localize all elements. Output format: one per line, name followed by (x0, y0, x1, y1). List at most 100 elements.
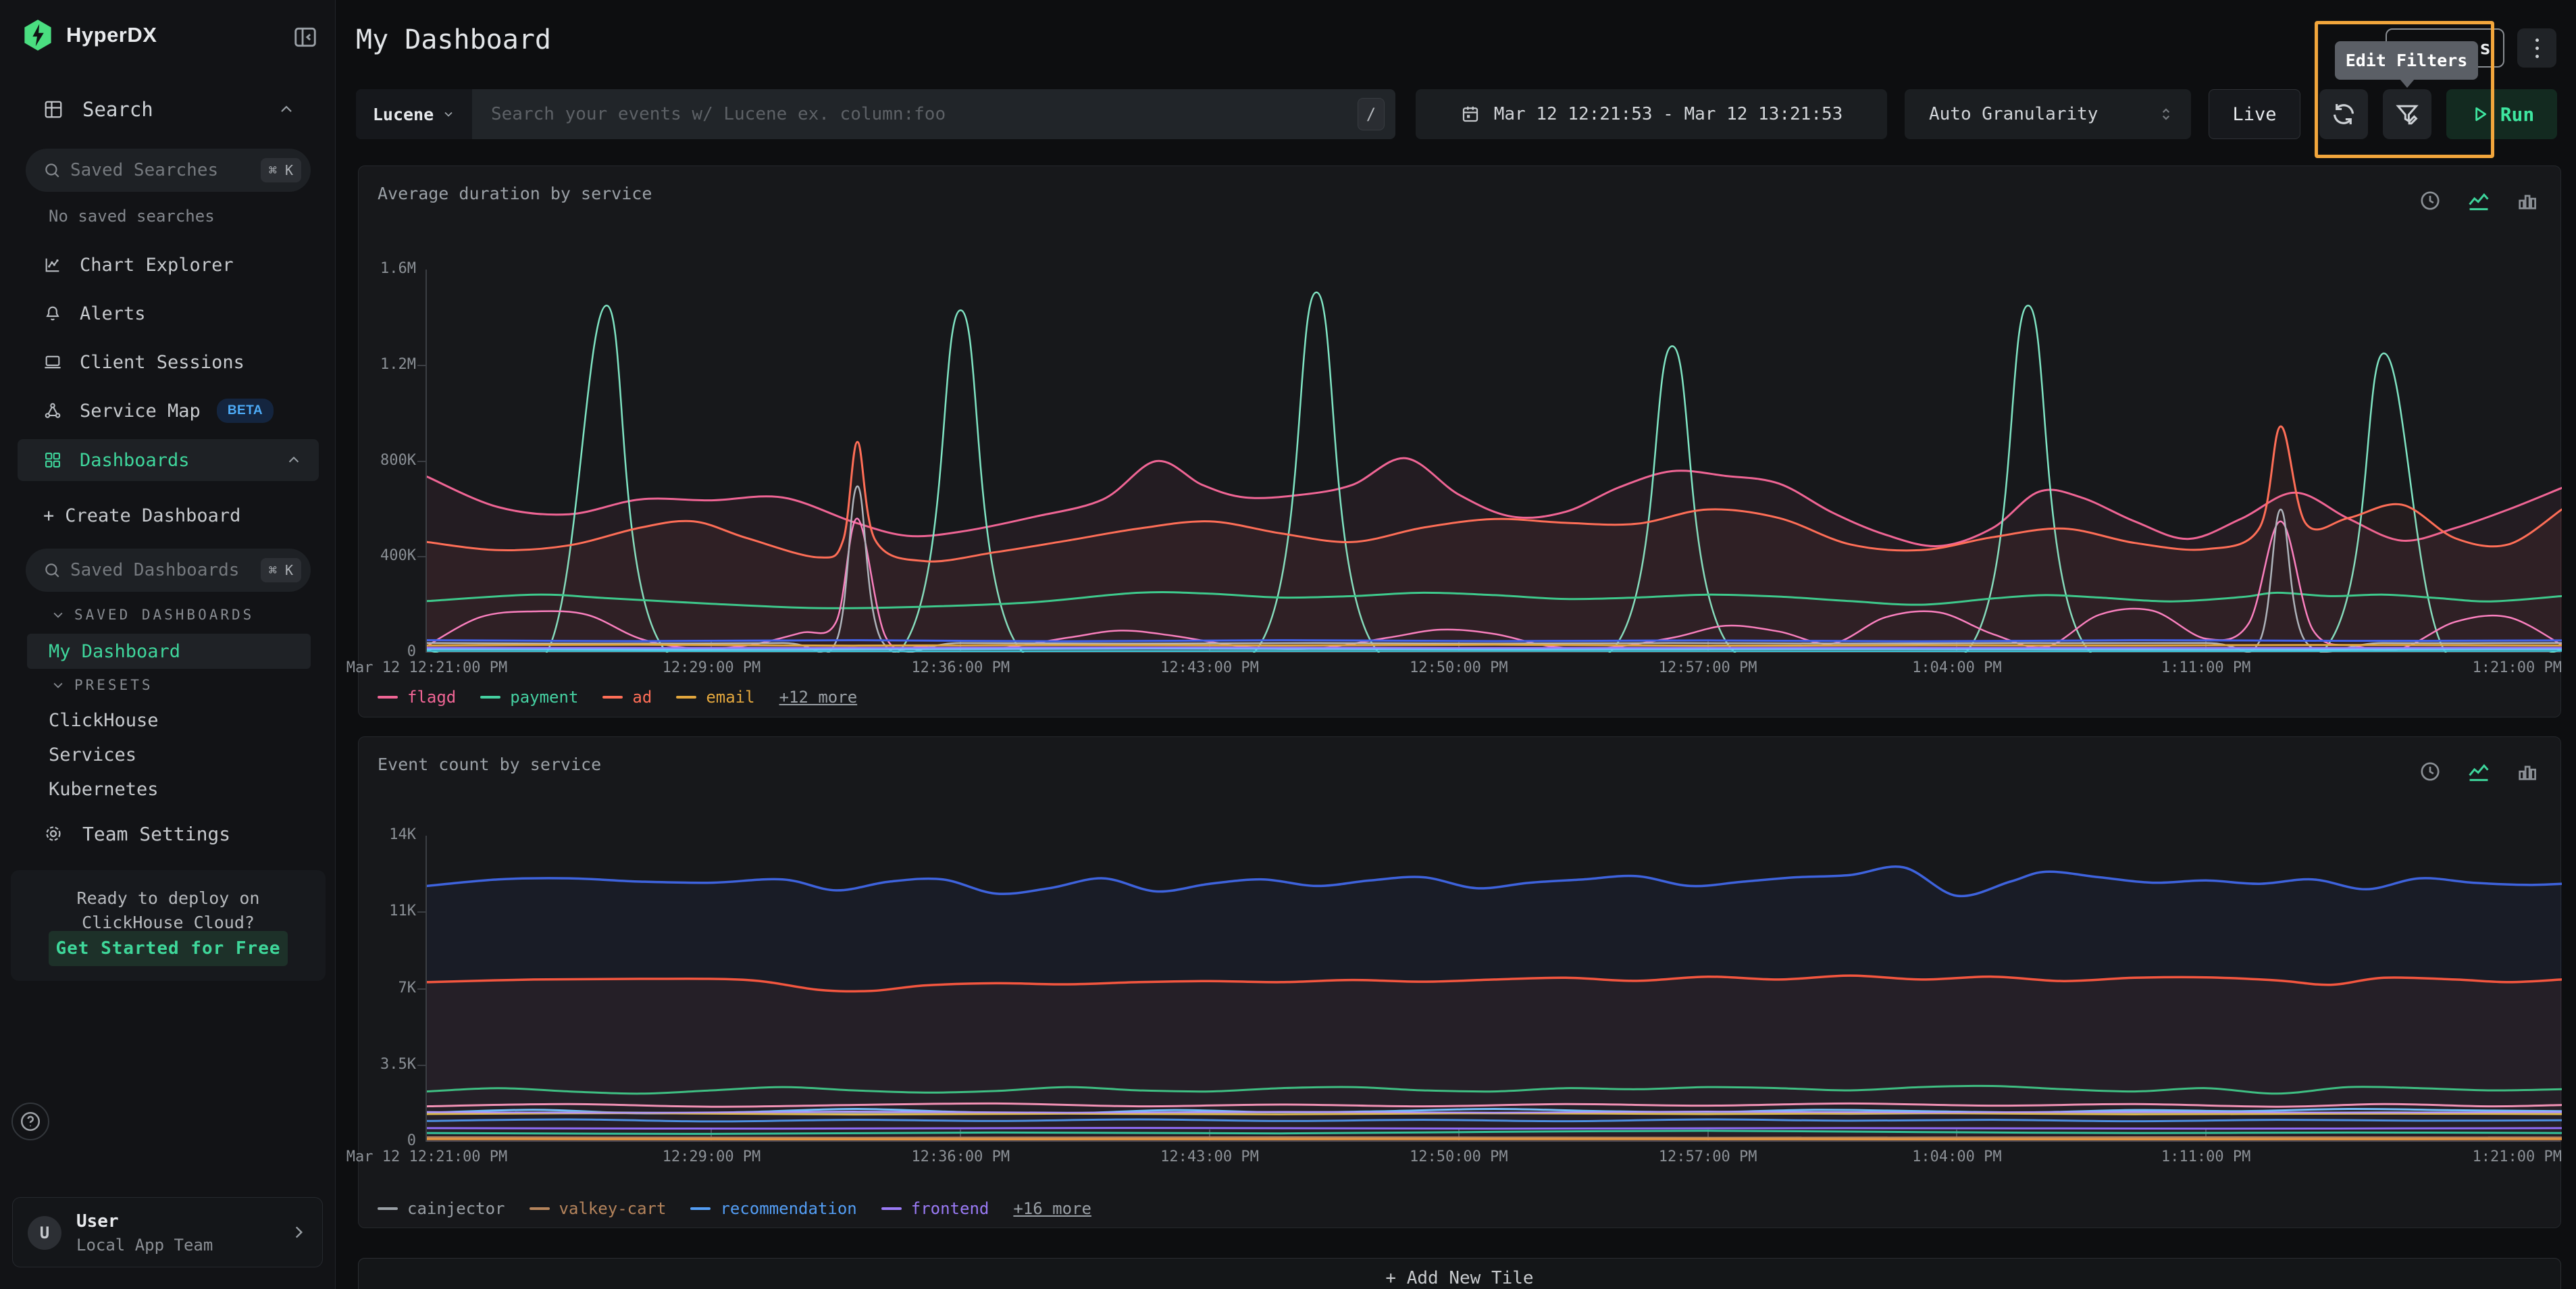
duration-chart-canvas[interactable]: 1.6M1.2M800K400K0Mar 12 12:21:00 PM12:29… (426, 270, 2560, 653)
live-button[interactable]: Live (2209, 89, 2300, 139)
x-axis-tick-label: 12:50:00 PM (1410, 659, 1508, 676)
sidebar-item-clickhouse[interactable]: ClickHouse (27, 703, 311, 738)
series-frontend (427, 1128, 2562, 1129)
dashboard-menu-button[interactable] (2517, 28, 2556, 68)
legend-label: valkey-cart (559, 1199, 667, 1218)
x-axis-tick-label: 12:43:00 PM (1160, 1148, 1259, 1165)
dashboards-icon (43, 451, 62, 470)
sidebar-item-team-settings[interactable]: Team Settings (24, 815, 313, 853)
saved-searches-input[interactable] (70, 160, 261, 180)
saved-searches-search[interactable]: ⌘ K (26, 149, 311, 192)
saved-dashboards-input[interactable] (70, 560, 261, 580)
legend-color-dash (530, 1207, 550, 1210)
get-started-button[interactable]: Get Started for Free (49, 931, 288, 966)
chart-title: Event count by service (378, 755, 601, 774)
sidebar-item-dashboards[interactable]: Dashboards (18, 439, 319, 481)
legend-color-dash (690, 1207, 711, 1210)
sidebar-item-service-map[interactable]: Service Map BETA (18, 392, 319, 430)
legend-entry-ad[interactable]: ad (602, 688, 652, 707)
legend-color-dash (378, 696, 398, 699)
run-button[interactable]: Run (2446, 89, 2557, 139)
time-format-icon[interactable] (2419, 760, 2442, 783)
chevron-down-icon (51, 608, 65, 622)
sidebar-group-search[interactable]: Search (24, 91, 313, 128)
legend-entry-recommendation[interactable]: recommendation (690, 1199, 856, 1218)
add-new-tile-button[interactable]: + Add New Tile (358, 1258, 2561, 1289)
y-axis-tick-label: 14K (335, 826, 416, 843)
chart-series-svg (427, 270, 2562, 653)
y-axis-tick-label: 1.2M (335, 356, 416, 373)
legend-entry-frontend[interactable]: frontend (881, 1199, 989, 1218)
create-dashboard-label: Create Dashboard (65, 505, 240, 526)
legend-label: flagd (407, 688, 456, 707)
count-chart-canvas[interactable]: 14K11K7K3.5K0Mar 12 12:21:00 PM12:29:00 … (426, 836, 2560, 1142)
chevron-right-icon (290, 1223, 307, 1241)
edit-filters-button[interactable] (2383, 89, 2431, 139)
sidebar-item-chart-explorer[interactable]: Chart Explorer (18, 246, 319, 284)
run-label: Run (2500, 103, 2535, 126)
help-button[interactable] (11, 1103, 49, 1140)
series-email (427, 644, 2562, 645)
y-axis-tick-label: 800K (335, 452, 416, 469)
line-chart-icon[interactable] (2466, 759, 2492, 784)
x-axis-tick-label: 12:29:00 PM (663, 659, 761, 676)
time-format-icon[interactable] (2419, 189, 2442, 212)
sidebar-item-my-dashboard[interactable]: My Dashboard (27, 634, 311, 669)
sidebar-collapse-icon[interactable] (292, 24, 318, 50)
y-axis-tick-label: 0 (335, 643, 416, 660)
granularity-select[interactable]: Auto Granularity (1905, 89, 2191, 139)
y-axis-tick-mark (417, 1065, 426, 1066)
legend-label: frontend (911, 1199, 989, 1218)
refresh-icon (2331, 101, 2356, 127)
bell-icon (43, 304, 62, 323)
chevron-up-down-icon (2157, 105, 2175, 123)
chart-title: Average duration by service (378, 184, 652, 203)
sidebar-item-label: Alerts (80, 303, 146, 324)
y-axis-tick-mark (417, 911, 426, 913)
legend-label: payment (510, 688, 578, 707)
saved-dashboards-section-header[interactable]: SAVED DASHBOARDS (51, 607, 254, 623)
bar-chart-icon[interactable] (2516, 760, 2539, 783)
x-axis-tick-label: Mar 12 12:21:00 PM (346, 659, 507, 676)
create-dashboard-button[interactable]: + Create Dashboard (43, 505, 240, 526)
legend-more-link[interactable]: +12 more (779, 688, 858, 707)
preset-label: Services (49, 744, 136, 765)
legend-entry-payment[interactable]: payment (480, 688, 578, 707)
chart-series-svg (427, 836, 2562, 1142)
legend-entry-cainjector[interactable]: cainjector (378, 1199, 505, 1218)
sidebar-item-alerts[interactable]: Alerts (18, 295, 319, 332)
user-menu[interactable]: U User Local App Team (12, 1197, 323, 1267)
refresh-button[interactable] (2319, 89, 2368, 139)
sidebar-item-kubernetes[interactable]: Kubernetes (27, 772, 311, 807)
dashboard-item-label: My Dashboard (49, 641, 180, 662)
legend-entry-email[interactable]: email (676, 688, 754, 707)
y-axis-tick-mark (417, 461, 426, 462)
no-saved-searches-text: No saved searches (49, 207, 215, 226)
search-icon (43, 161, 61, 179)
legend-more-link[interactable]: +16 more (1013, 1199, 1091, 1218)
sidebar-item-client-sessions[interactable]: Client Sessions (18, 343, 319, 381)
avatar: U (28, 1216, 61, 1250)
presets-section-header[interactable]: PRESETS (51, 677, 153, 693)
legend-entry-flagd[interactable]: flagd (378, 688, 456, 707)
chevron-up-icon (286, 453, 301, 467)
user-team: Local App Team (76, 1236, 213, 1255)
series-unlabeled-blue (427, 640, 2562, 642)
time-range-picker[interactable]: Mar 12 12:21:53 - Mar 12 13:21:53 (1416, 89, 1887, 139)
legend-entry-valkey-cart[interactable]: valkey-cart (530, 1199, 667, 1218)
bar-chart-icon[interactable] (2516, 189, 2539, 212)
sidebar-item-services[interactable]: Services (27, 737, 311, 772)
edit-filters-tooltip: Edit Filters (2335, 41, 2478, 80)
tile-event-count: Event count by service 14K11K7K3.5K0Mar … (358, 736, 2561, 1228)
series-unlabeled-purple (427, 647, 2562, 648)
event-search-input[interactable] (491, 104, 1344, 124)
line-chart-icon[interactable] (2466, 188, 2492, 213)
hyperdx-logo-icon (23, 19, 53, 51)
saved-dashboards-search[interactable]: ⌘ K (26, 549, 311, 592)
query-language-select[interactable]: Lucene (356, 89, 472, 139)
y-axis-tick-label: 3.5K (335, 1056, 416, 1073)
user-name: User (76, 1211, 119, 1232)
legend-color-dash (480, 696, 500, 699)
time-range-value: Mar 12 12:21:53 - Mar 12 13:21:53 (1494, 104, 1843, 124)
preset-label: Kubernetes (49, 779, 159, 800)
